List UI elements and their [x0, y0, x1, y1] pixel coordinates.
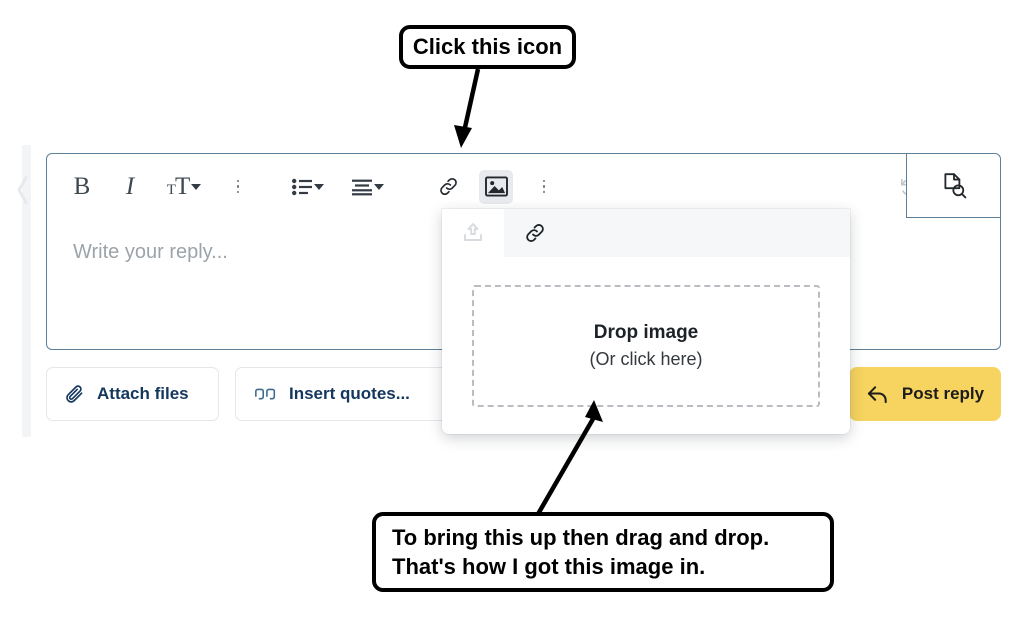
italic-button[interactable]: I	[113, 170, 147, 204]
image-insert-popup: Drop image (Or click here)	[442, 209, 850, 434]
image-popup-tabs	[442, 209, 850, 257]
insert-quotes-label: Insert quotes...	[289, 384, 410, 403]
post-reply-label: Post reply	[901, 384, 985, 403]
image-button[interactable]	[479, 169, 513, 204]
upload-icon	[464, 223, 482, 241]
bottom-callout-line-2: That's how I got this image in.	[392, 554, 706, 579]
top-arrow-head	[454, 125, 472, 148]
reply-arrow-icon	[867, 385, 887, 403]
chevron-left-icon	[17, 175, 29, 205]
more-text-options-icon	[236, 179, 240, 194]
align-icon	[352, 179, 372, 195]
align-button[interactable]	[345, 170, 391, 204]
quote-icon	[255, 388, 276, 399]
chevron-down-icon	[374, 183, 384, 190]
more-text-options-button[interactable]	[221, 170, 255, 204]
bulleted-list-button[interactable]	[285, 170, 331, 204]
image-dropzone[interactable]: Drop image (Or click here)	[472, 285, 820, 407]
upload-tab[interactable]	[442, 209, 504, 257]
link-tab[interactable]	[504, 209, 566, 257]
more-insert-options-button[interactable]	[527, 170, 561, 204]
link-icon	[526, 224, 544, 242]
font-size-icon: TT	[166, 173, 190, 200]
more-insert-options-icon	[542, 179, 546, 194]
font-size-button[interactable]: TT	[161, 170, 207, 204]
dropzone-subtitle: (Or click here)	[589, 349, 703, 369]
link-icon	[439, 177, 457, 196]
top-callout: Click this icon	[399, 25, 576, 69]
top-callout-text: Click this icon	[412, 34, 563, 59]
italic-icon: I	[125, 173, 135, 200]
insert-quotes-button[interactable]: Insert quotes...	[235, 367, 457, 421]
reply-placeholder: Write your reply...	[73, 241, 228, 263]
attach-files-button[interactable]: Attach files	[46, 367, 219, 421]
image-icon	[484, 176, 508, 197]
paperclip-icon	[66, 384, 83, 403]
dropzone-title: Drop image	[593, 322, 699, 343]
sidebar-collapse-handle[interactable]	[17, 145, 31, 437]
top-arrow-shaft	[461, 68, 481, 133]
preview-document-icon	[943, 172, 966, 198]
preview-button[interactable]	[906, 154, 1000, 218]
bold-button[interactable]: B	[65, 170, 99, 204]
bulleted-list-icon	[292, 178, 312, 195]
chevron-down-icon	[191, 183, 202, 190]
link-button[interactable]	[431, 170, 465, 204]
post-reply-button[interactable]: Post reply	[849, 367, 1001, 421]
attach-files-label: Attach files	[97, 384, 189, 403]
chevron-down-icon	[314, 183, 324, 190]
bottom-callout: To bring this up then drag and drop. Tha…	[372, 512, 834, 592]
bold-icon: B	[73, 173, 91, 200]
bottom-callout-line-1: To bring this up then drag and drop.	[392, 524, 770, 550]
